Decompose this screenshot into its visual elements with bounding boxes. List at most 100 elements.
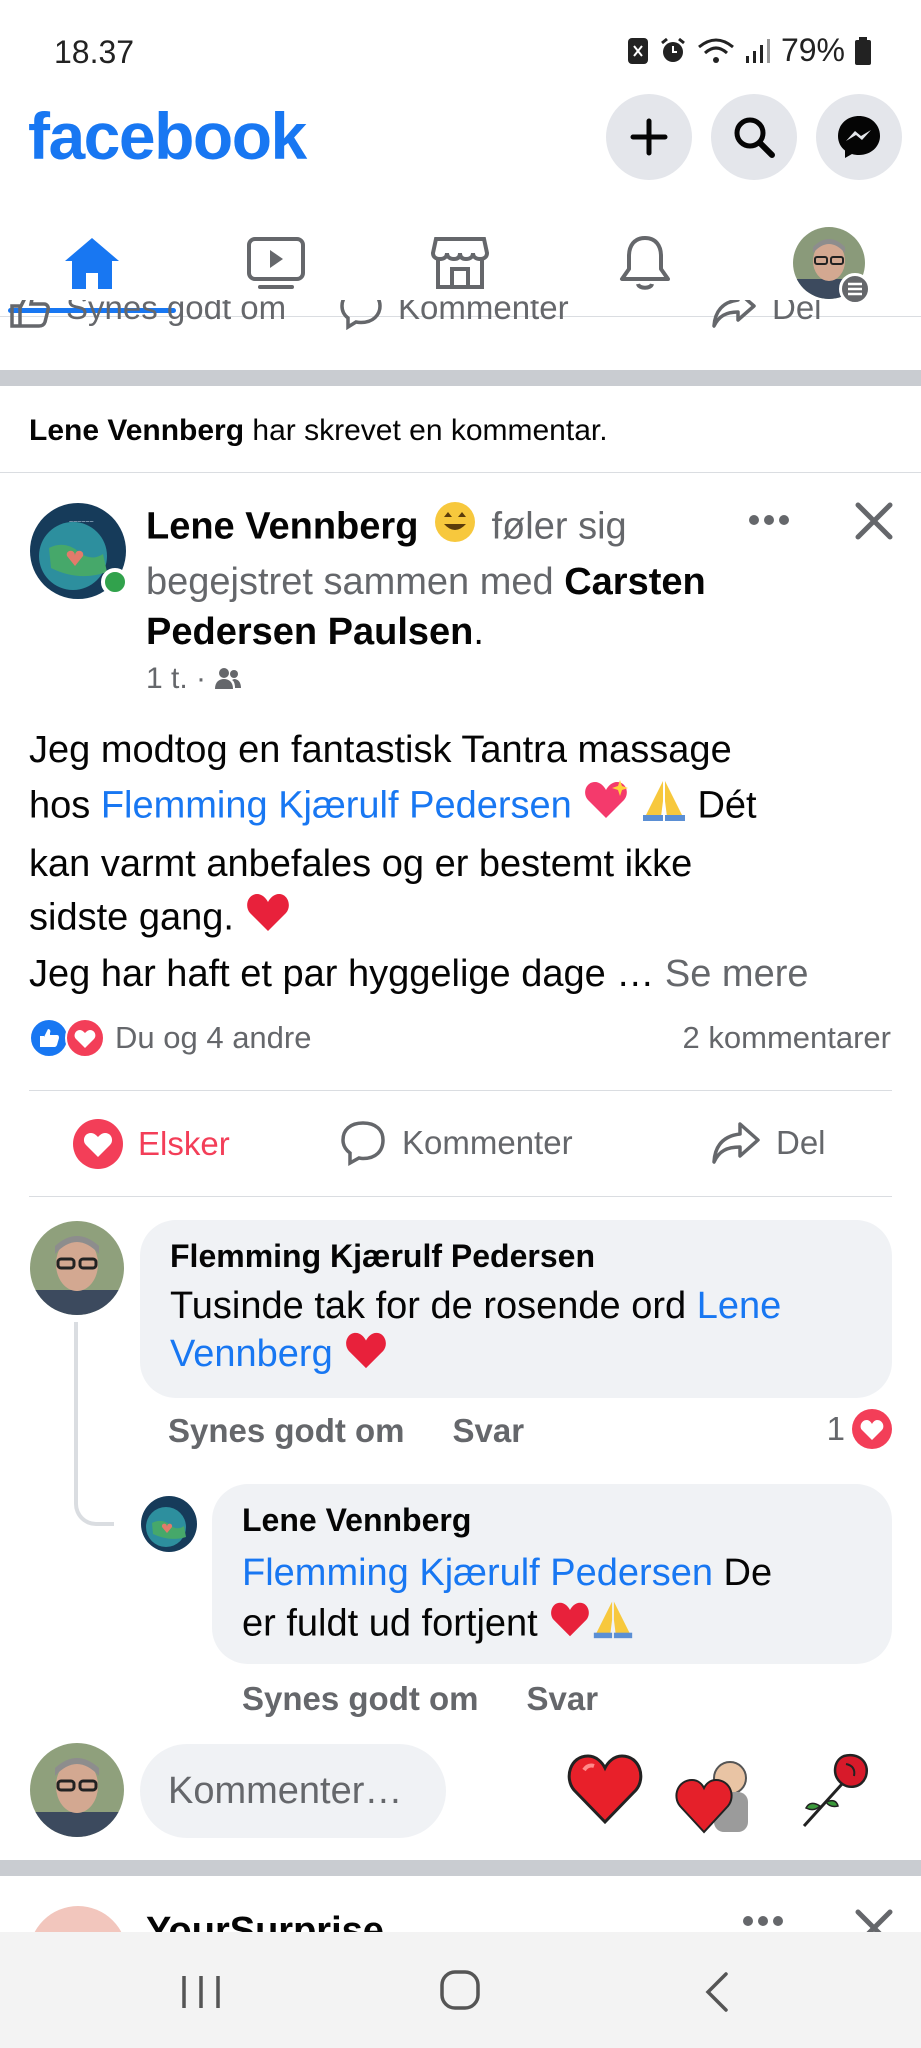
facebook-logo[interactable]: facebook (28, 98, 307, 174)
back-button[interactable] (702, 1970, 732, 2019)
post-mention[interactable]: Flemming Kjærulf Pedersen (101, 785, 572, 827)
prev-like-label: Synes godt om (66, 300, 287, 326)
activity-header: Lene Vennberg har skrevet en kommentar. (29, 414, 608, 448)
reactions-divider (29, 1090, 892, 1091)
avatar (141, 1496, 197, 1552)
quick-sticker-rose[interactable] (796, 1750, 876, 1837)
comment-input[interactable]: Kommenter… (140, 1744, 446, 1838)
alarm-icon (661, 37, 685, 62)
online-indicator (101, 568, 129, 596)
reply-line: Flemming Kjærulf Pedersen De (242, 1548, 872, 1598)
love-reaction-icon (65, 1018, 105, 1058)
comment-text-block: Tusinde tak for de rosende ord Lene Venn… (170, 1282, 870, 1382)
post-body: Jeg modtog en fantastisk Tantra massage … (29, 724, 909, 1001)
reactions-text: Du og 4 andre (115, 1020, 312, 1055)
prev-share-button[interactable]: Del (710, 300, 822, 330)
bell-icon (620, 236, 670, 290)
post-body-after-mention: Dét (686, 784, 757, 827)
create-button[interactable] (606, 94, 692, 180)
like-reaction-icon (29, 1018, 69, 1058)
activity-actor[interactable]: Lene Vennberg (29, 414, 244, 447)
comment-actions: Synes godt om Svar (168, 1412, 524, 1450)
close-icon (855, 502, 893, 540)
reply-text: er fuldt ud fortjent (242, 1602, 538, 1645)
share-icon (712, 300, 756, 328)
folded-hands-icon (592, 1598, 634, 1653)
actions-divider (29, 1196, 892, 1197)
love-reaction-icon (852, 1409, 892, 1449)
post-body-line: Jeg har haft et par hyggelige dage … Se … (29, 948, 909, 1001)
reply-like-link[interactable]: Synes godt om (242, 1680, 479, 1718)
activity-text: har skrevet en kommentar. (252, 414, 608, 447)
share-button[interactable]: Del (710, 1118, 826, 1168)
post-author-avatar[interactable]: ~~~~~~ (29, 502, 129, 600)
post-meta: 1 t. · (146, 662, 242, 696)
comment-reply-link[interactable]: Svar (453, 1412, 525, 1450)
red-heart-icon (244, 891, 292, 948)
svg-text:~~~~~~: ~~~~~~ (69, 519, 94, 526)
prev-comment-label: Kommenter (398, 300, 569, 326)
comment-icon (341, 1121, 385, 1166)
battery-percent: 79% (780, 32, 845, 68)
red-heart-icon (343, 1330, 389, 1382)
back-icon (705, 1972, 728, 2012)
comment-reaction-number: 1 (826, 1410, 845, 1447)
next-post-avatar[interactable] (29, 1906, 127, 1932)
more-icon (749, 515, 789, 525)
comment-button[interactable]: Kommenter (338, 1118, 573, 1168)
post-author-name[interactable]: Lene Vennberg (146, 506, 418, 548)
hide-post-button[interactable] (846, 498, 902, 544)
comment-label: Kommenter (402, 1124, 573, 1161)
quick-sticker-heart[interactable] (566, 1750, 644, 1831)
search-button[interactable] (711, 94, 797, 180)
reply-bubble[interactable]: Lene Vennberg Flemming Kjærulf Pedersen … (212, 1484, 892, 1664)
post-options-button[interactable] (734, 500, 804, 540)
post-body-line: kan varmt anbefales og er bestemt ikke (29, 843, 693, 885)
next-post-author[interactable]: YourSurprise (146, 1910, 384, 1932)
comment-like-link[interactable]: Synes godt om (168, 1412, 405, 1450)
share-label: Del (776, 1124, 826, 1161)
quick-sticker-hug[interactable] (674, 1756, 760, 1841)
next-post-header: YourSurprise (0, 1876, 921, 1932)
rose-sticker-icon (802, 1753, 869, 1828)
love-button[interactable]: Elsker (72, 1118, 230, 1170)
red-heart-icon (548, 1600, 592, 1651)
next-post-options-button[interactable] (742, 1914, 784, 1932)
comment-author[interactable]: Flemming Kjærulf Pedersen (170, 1238, 595, 1275)
home-system-button[interactable] (438, 1968, 482, 2017)
next-post-close-button[interactable] (854, 1908, 894, 1932)
prev-comment-button[interactable]: Kommenter (338, 300, 569, 330)
reply-mention[interactable]: Flemming Kjærulf Pedersen (242, 1552, 713, 1594)
messenger-button[interactable] (816, 94, 902, 180)
commenter-avatar[interactable] (29, 1220, 125, 1316)
share-icon (712, 1122, 760, 1164)
recents-button[interactable] (178, 1972, 224, 2017)
comment-icon (340, 300, 382, 330)
post-time[interactable]: 1 t. · (146, 662, 206, 696)
comments-count[interactable]: 2 kommentarer (683, 1020, 891, 1056)
reply-author[interactable]: Lene Vennberg (242, 1502, 471, 1539)
hug-sticker-icon (675, 1761, 748, 1834)
folded-hands-icon (641, 777, 687, 838)
reply-actions: Synes godt om Svar (242, 1680, 598, 1718)
my-avatar[interactable] (29, 1742, 125, 1838)
status-bar: 18.37 79% (0, 0, 921, 100)
reactions-summary[interactable]: Du og 4 andre (29, 1018, 311, 1058)
see-more-link[interactable]: Se mere (665, 953, 809, 995)
close-icon (855, 1909, 893, 1932)
post-body-line: hos Flemming Kjærulf Pedersen Dét (29, 777, 909, 838)
comment-reaction-count[interactable]: 1 (827, 1408, 893, 1450)
reply-reply-link[interactable]: Svar (527, 1680, 599, 1718)
reply-line: er fuldt ud fortjent (242, 1598, 872, 1653)
messenger-icon (838, 116, 880, 158)
prev-like-button[interactable]: Synes godt om (8, 300, 286, 330)
love-label: Elsker (138, 1125, 230, 1162)
reply-thread-line (74, 1322, 114, 1526)
post-header-text: Lene Vennberg føler sig begejstret samme… (146, 500, 736, 657)
home-circle-icon (440, 1970, 480, 2010)
post-separator (0, 1860, 921, 1876)
comment-bubble[interactable]: Flemming Kjærulf Pedersen Tusinde tak fo… (140, 1220, 892, 1398)
nfc-icon (627, 37, 648, 64)
activity-divider (0, 472, 921, 473)
reply-author-avatar[interactable] (140, 1495, 198, 1553)
